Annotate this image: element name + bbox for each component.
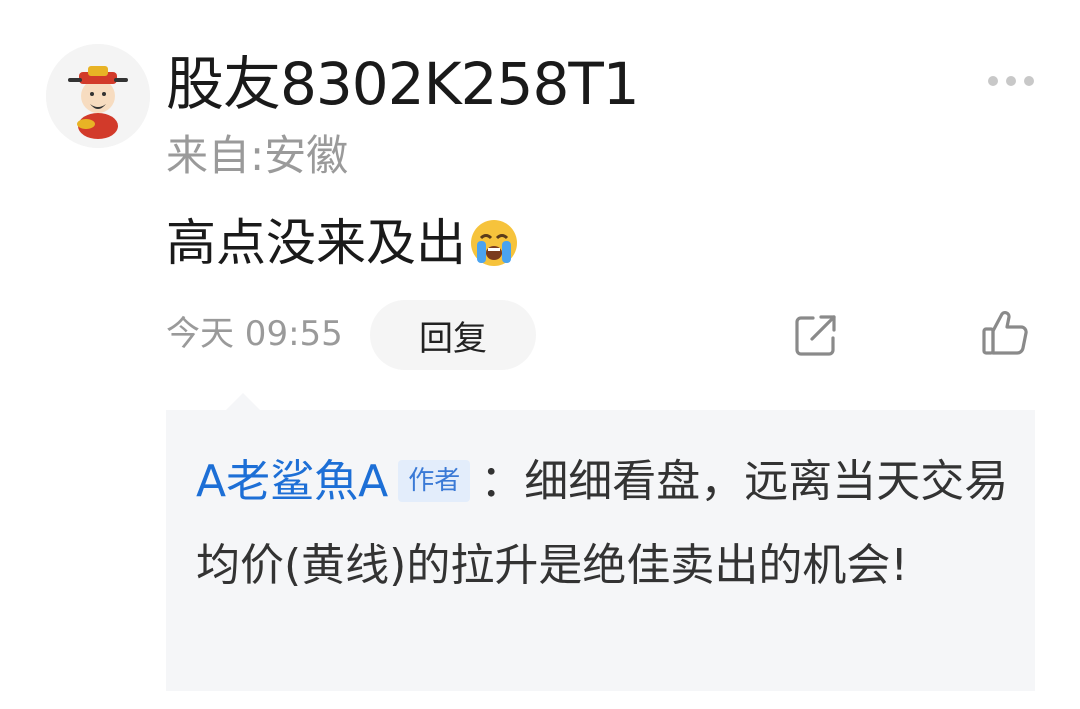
author-badge: 作者 (398, 460, 471, 502)
comment-text: 高点没来及出 (166, 214, 466, 272)
reply-box[interactable]: A老鲨魚A 作者 ：细细看盘，远离当天交易均价(黄线)的拉升是绝佳卖出的机会! (166, 410, 1035, 691)
reply-separator: ： (480, 456, 525, 507)
reply-content: A老鲨魚A 作者 ：细细看盘，远离当天交易均价(黄线)的拉升是绝佳卖出的机会! (196, 440, 1012, 608)
more-icon[interactable] (988, 74, 1034, 88)
user-avatar[interactable] (46, 44, 150, 148)
thumbs-up-icon[interactable] (981, 310, 1029, 356)
comment-text-row: 高点没来及出 (166, 208, 520, 278)
reply-author-link[interactable]: A老鲨魚A (196, 456, 388, 507)
reply-button[interactable]: 回复 (370, 300, 536, 370)
reply-box-pointer (226, 393, 260, 410)
crying-face-emoji-icon (471, 220, 517, 266)
user-location: 来自:安徽 (166, 131, 349, 180)
username[interactable]: 股友8302K258T1 (166, 50, 640, 118)
post-timestamp: 今天 09:55 (166, 314, 343, 354)
share-icon[interactable] (793, 312, 839, 358)
avatar-god-of-wealth-image (46, 44, 150, 148)
